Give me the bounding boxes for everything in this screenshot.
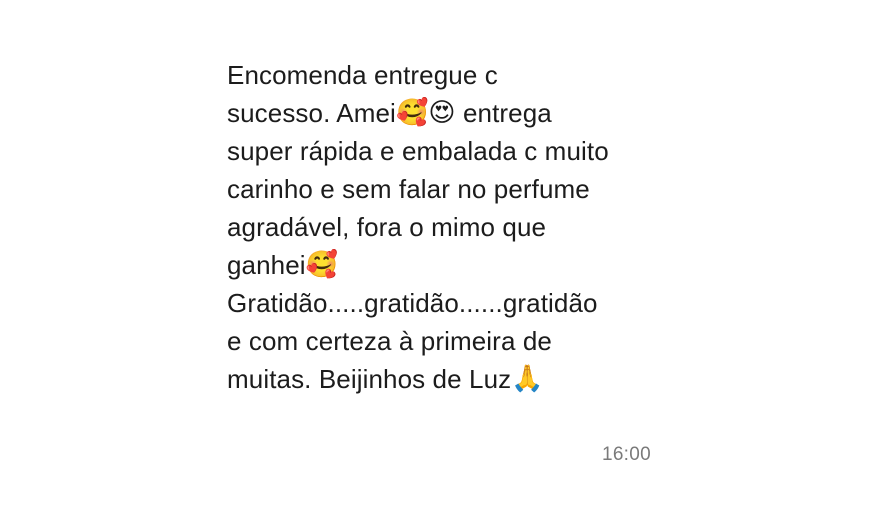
message-line: ganhei🥰 [227, 246, 657, 284]
line-text: muitas. Beijinhos de Luz [227, 364, 512, 394]
line-text-suffix: entrega [455, 98, 552, 128]
line-text: Encomenda entregue c [227, 60, 498, 90]
message-line: super rápida e embalada c muito [227, 132, 657, 170]
message-line: carinho e sem falar no perfume [227, 170, 657, 208]
smiling-face-with-hearts-icon: 🥰 [395, 98, 429, 128]
line-text: sucesso. Amei [227, 98, 396, 128]
message-line: Encomenda entregue c [227, 56, 657, 94]
message-line: Gratidão.....gratidão......gratidão [227, 284, 657, 322]
smiling-face-with-hearts-icon: 🥰 [305, 250, 339, 280]
message-line: e com certeza à primeira de [227, 322, 657, 360]
line-text: e com certeza à primeira de [227, 326, 552, 356]
message-line: muitas. Beijinhos de Luz🙏 [227, 360, 657, 398]
line-text: agradável, fora o mimo que [227, 212, 547, 242]
line-text: ganhei [227, 250, 306, 280]
line-text: Gratidão.....gratidão......gratidão [227, 288, 598, 318]
line-text: super rápida e embalada c muito [227, 136, 609, 166]
message-line: agradável, fora o mimo que [227, 208, 657, 246]
folded-hands-icon: 🙏 [511, 364, 544, 394]
message-bubble[interactable]: Encomenda entregue c sucesso. Amei🥰😍 ent… [211, 46, 669, 476]
heart-eyes-icon: 😍 [428, 98, 456, 128]
line-text: carinho e sem falar no perfume [227, 174, 590, 204]
message-timestamp: 16:00 [601, 444, 651, 465]
message-line: sucesso. Amei🥰😍 entrega [227, 94, 657, 132]
message-text: Encomenda entregue c sucesso. Amei🥰😍 ent… [227, 56, 657, 398]
